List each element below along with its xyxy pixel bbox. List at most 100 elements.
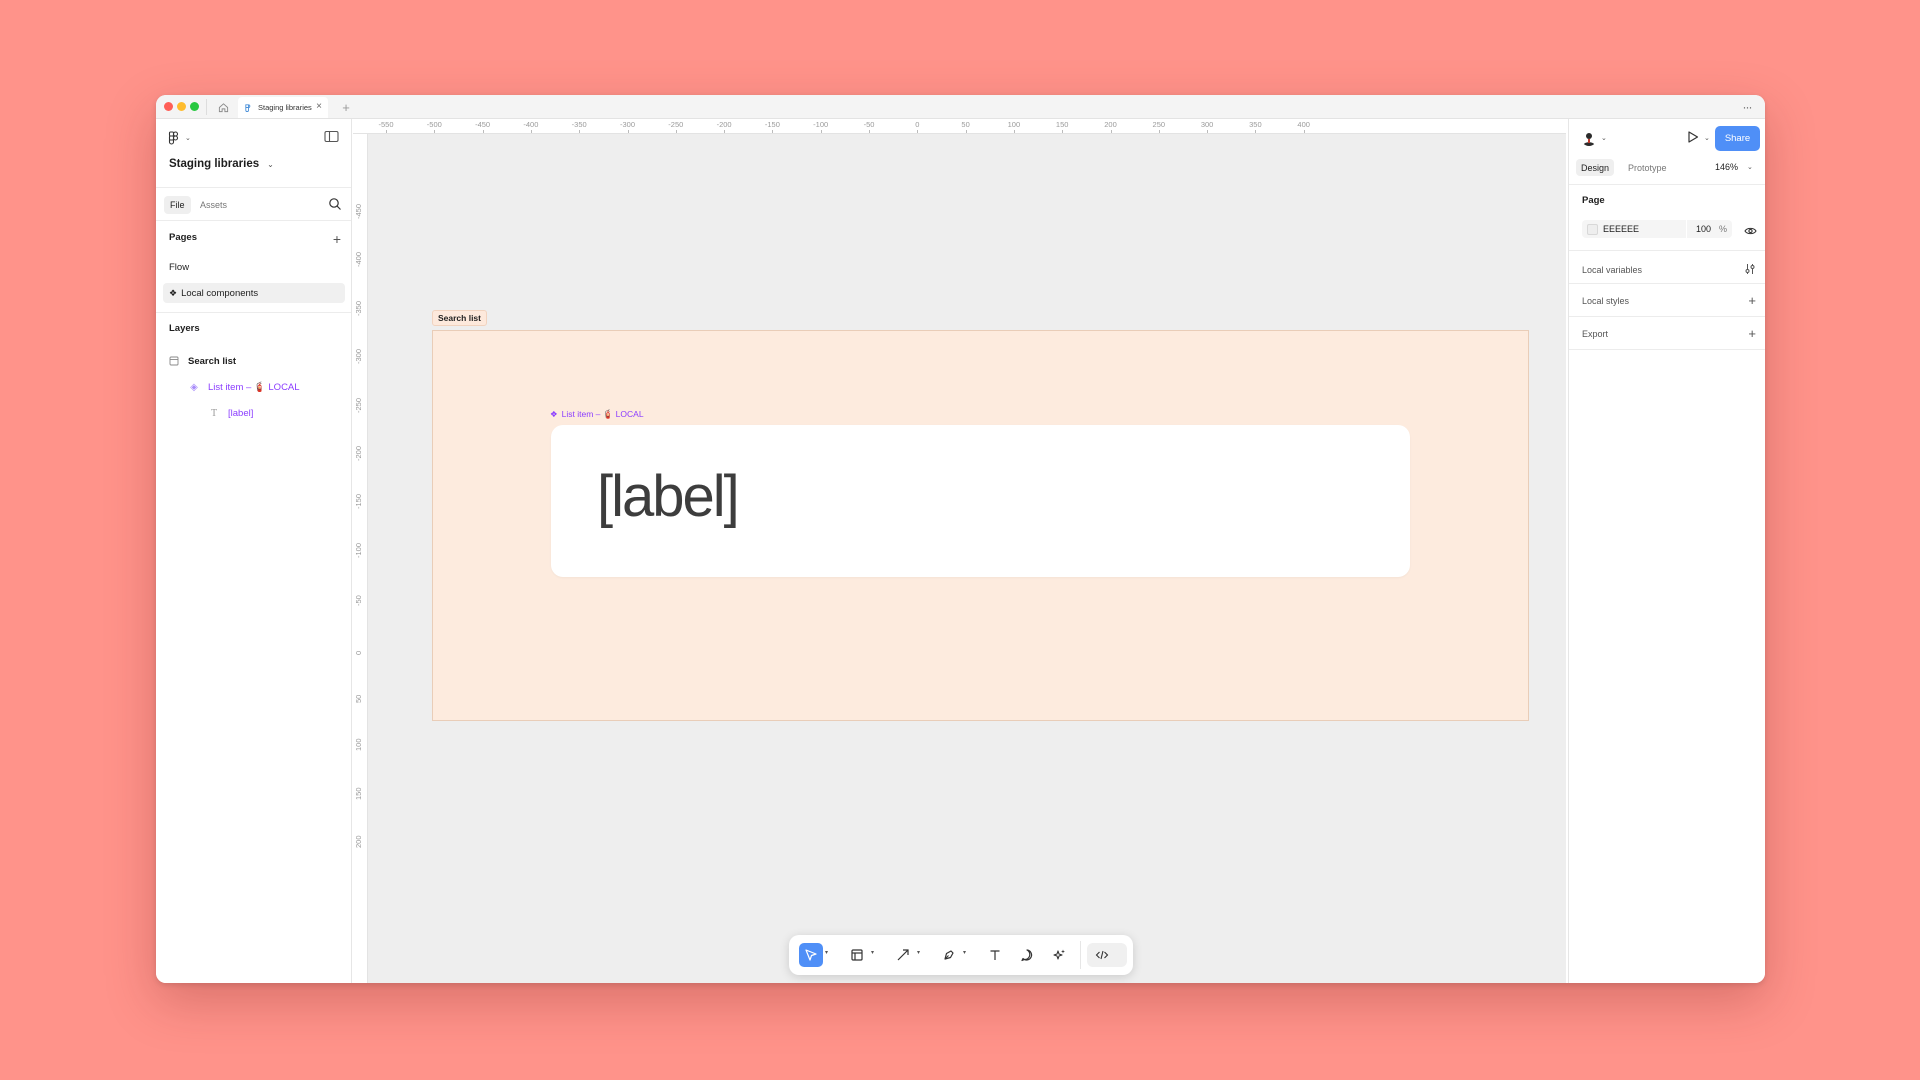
app-window: Staging libraries × + ··· ⌄ Staging libr… xyxy=(156,95,1765,983)
list-item-label[interactable]: [label] xyxy=(597,463,740,530)
comment-tool[interactable] xyxy=(1015,943,1039,967)
ruler-tick-label: -450 xyxy=(354,203,363,219)
left-sidebar: ⌄ Staging libraries ⌄ File Assets Pages … xyxy=(156,119,352,983)
ruler-tick-label: -150 xyxy=(354,494,363,510)
share-button[interactable]: Share xyxy=(1715,126,1760,151)
more-options-icon[interactable]: ··· xyxy=(1737,97,1757,117)
text-icon: T xyxy=(210,407,218,419)
play-icon[interactable] xyxy=(1687,130,1699,149)
page-label: Local components xyxy=(181,287,259,299)
move-tool[interactable] xyxy=(799,943,823,967)
layer-search-list[interactable]: Search list xyxy=(168,351,236,371)
eye-icon[interactable] xyxy=(1744,223,1757,241)
cursor-icon xyxy=(805,949,817,961)
export-row[interactable]: Export + xyxy=(1582,327,1756,340)
page-item-local-components[interactable]: ❖ Local components xyxy=(163,283,345,303)
chevron-down-icon[interactable]: ▾ xyxy=(825,949,828,956)
ruler-tick-label: 0 xyxy=(915,120,920,129)
ruler-tick-label: 50 xyxy=(961,120,970,129)
tab-design[interactable]: Design xyxy=(1576,159,1615,176)
panel-divider xyxy=(1569,283,1765,284)
ruler-tick-label: 200 xyxy=(354,835,363,849)
text-tool[interactable] xyxy=(983,943,1007,967)
ai-tool[interactable] xyxy=(1047,943,1071,967)
close-tab-icon[interactable]: × xyxy=(316,102,322,112)
ruler-tick-label: -100 xyxy=(813,120,829,129)
home-icon[interactable] xyxy=(211,97,235,117)
chevron-down-icon[interactable]: ⌄ xyxy=(1601,134,1607,142)
ruler-tick-label: -50 xyxy=(863,120,875,129)
pen-icon xyxy=(944,950,954,960)
new-tab-button[interactable]: + xyxy=(336,97,356,117)
ruler-tick xyxy=(1303,130,1305,133)
ruler-tick xyxy=(1110,130,1112,133)
ruler-tick xyxy=(965,130,967,133)
ruler-tick xyxy=(675,130,677,133)
maximize-window-button[interactable] xyxy=(190,102,199,111)
local-styles-row[interactable]: Local styles + xyxy=(1582,294,1756,307)
main-menu-button[interactable]: ⌄ xyxy=(168,129,191,147)
zoom-dropdown[interactable]: 146% ⌄ xyxy=(1715,162,1753,172)
chevron-down-icon[interactable]: ▾ xyxy=(871,949,874,956)
pen-tool[interactable] xyxy=(937,943,961,967)
ruler-tick-label: -250 xyxy=(354,397,363,413)
chevron-down-icon[interactable]: ▾ xyxy=(963,949,966,956)
layer-list-item[interactable]: ◈ List item – 🧯 LOCAL xyxy=(188,377,299,397)
horizontal-ruler: -550 -500 -450 -400 -350 -300 -250 -200 -150 -100… xyxy=(353,119,1566,134)
ruler-tick-label: -350 xyxy=(354,300,363,316)
page-item-flow[interactable]: Flow xyxy=(163,257,345,277)
tab-file[interactable]: File xyxy=(164,196,191,214)
layer-label-text[interactable]: T [label] xyxy=(208,403,253,423)
pages-heading: Pages xyxy=(169,232,197,243)
ruler-tick xyxy=(869,130,870,133)
file-name-dropdown[interactable]: Staging libraries ⌄ xyxy=(169,158,274,170)
chevron-down-icon[interactable]: ⌄ xyxy=(1704,134,1710,142)
dev-mode-toggle[interactable] xyxy=(1087,943,1127,967)
minimize-window-button[interactable] xyxy=(177,102,186,111)
arrow-tool[interactable] xyxy=(891,943,915,967)
page-opacity-value: 100 xyxy=(1695,224,1711,234)
variables-settings-icon[interactable] xyxy=(1744,263,1756,277)
chevron-down-icon: ⌄ xyxy=(1747,164,1753,171)
frame-tool[interactable] xyxy=(845,943,869,967)
list-item-component[interactable]: [label] xyxy=(551,425,1410,577)
page-color-field[interactable]: EEEEEE 100 % xyxy=(1582,220,1732,238)
page-color-hex[interactable]: EEEEEE xyxy=(1603,224,1686,234)
ruler-tick-label: -550 xyxy=(378,120,394,129)
layer-label: [label] xyxy=(228,407,254,419)
ruler-tick-label: -150 xyxy=(764,120,780,129)
chevron-down-icon[interactable]: ▾ xyxy=(917,949,920,956)
ruler-tick xyxy=(434,130,436,133)
tab-prototype[interactable]: Prototype xyxy=(1623,159,1672,176)
tab-assets[interactable]: Assets xyxy=(194,196,233,214)
local-variables-row[interactable]: Local variables xyxy=(1582,263,1756,277)
file-tab[interactable]: Staging libraries × xyxy=(238,97,328,118)
close-window-button[interactable] xyxy=(164,102,173,111)
ruler-tick-label: 300 xyxy=(1200,120,1214,129)
figma-file-icon xyxy=(244,103,253,112)
ruler-tick-label: 0 xyxy=(354,650,363,655)
ruler-tick-label: 150 xyxy=(354,787,363,800)
ruler-tick xyxy=(820,130,822,133)
component-name-label[interactable]: ❖ List item – 🧯 LOCAL xyxy=(550,409,644,420)
page-opacity-field[interactable]: 100 % xyxy=(1686,220,1732,238)
ruler-tick-label: -350 xyxy=(571,120,587,129)
frame-name-label[interactable]: Search list xyxy=(432,310,487,326)
panel-divider xyxy=(1569,250,1765,251)
sidebar-toggle-icon[interactable] xyxy=(324,130,339,143)
ruler-tick xyxy=(772,130,774,133)
avatar[interactable] xyxy=(1581,130,1597,146)
comment-icon xyxy=(1021,949,1033,962)
zoom-level: 146% xyxy=(1715,162,1739,172)
ruler-tick xyxy=(386,130,387,133)
add-page-icon[interactable]: + xyxy=(333,232,341,246)
ruler-tick xyxy=(724,130,726,133)
color-swatch[interactable] xyxy=(1587,223,1598,235)
add-style-icon[interactable]: + xyxy=(1748,294,1756,307)
design-canvas[interactable]: Search list ❖ List item – 🧯 LOCAL [label… xyxy=(368,134,1566,983)
title-bar: Staging libraries × + ··· xyxy=(156,95,1765,119)
search-icon[interactable] xyxy=(328,197,342,211)
component-label-text: List item – 🧯 LOCAL xyxy=(561,409,644,419)
ruler-tick xyxy=(1207,130,1209,133)
add-export-icon[interactable]: + xyxy=(1748,327,1756,340)
